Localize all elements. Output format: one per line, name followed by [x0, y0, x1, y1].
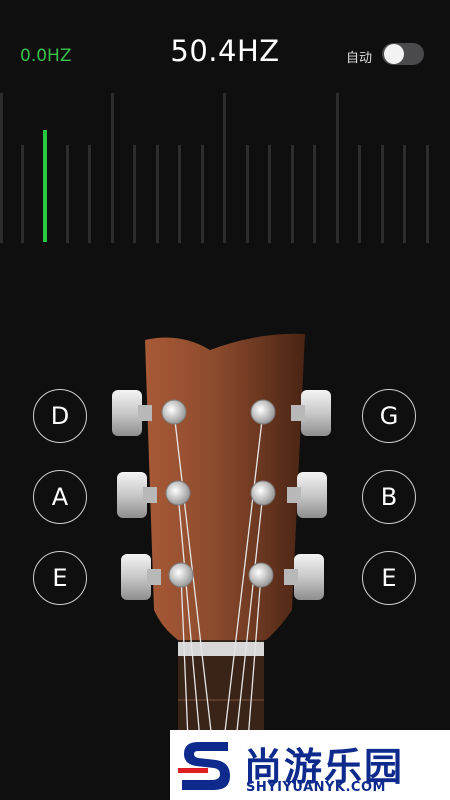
string-button-e-high[interactable]: E [362, 551, 416, 605]
scale-tick [291, 145, 294, 243]
scale-tick [313, 145, 316, 243]
tuning-needle [43, 130, 47, 242]
brand-logo-icon [178, 742, 230, 790]
scale-tick-major [111, 93, 114, 243]
scale-tick [201, 145, 204, 243]
scale-tick [358, 145, 361, 243]
scale-tick-major [0, 93, 3, 243]
scale-tick [21, 145, 24, 243]
guitar-headstock [112, 333, 331, 740]
scale-tick [426, 145, 429, 243]
string-button-d[interactable]: D [33, 389, 87, 443]
scale-tick [133, 145, 136, 243]
scale-tick [246, 145, 249, 243]
scale-tick [66, 145, 69, 243]
string-button-b[interactable]: B [362, 470, 416, 524]
watermark-url: SHYIYUANYK.COM [246, 780, 386, 795]
scale-tick [156, 145, 159, 243]
scale-tick [178, 145, 181, 243]
toggle-knob [384, 44, 404, 64]
auto-mode-toggle[interactable] [382, 43, 424, 65]
string-button-e-low[interactable]: E [33, 551, 87, 605]
watermark-banner: 尚游乐园 SHYIYUANYK.COM [170, 730, 450, 800]
scale-tick-major [223, 93, 226, 243]
auto-mode-label: 自动 [346, 51, 373, 66]
scale-tick [268, 145, 271, 243]
string-button-a[interactable]: A [33, 470, 87, 524]
string-button-g[interactable]: G [362, 389, 416, 443]
scale-tick [381, 145, 384, 243]
scale-tick [403, 145, 406, 243]
top-bar: 0.0HZ 50.4HZ 自动 [0, 0, 450, 90]
scale-tick-major [336, 93, 339, 243]
scale-tick [88, 145, 91, 243]
tuning-scale [0, 90, 450, 245]
